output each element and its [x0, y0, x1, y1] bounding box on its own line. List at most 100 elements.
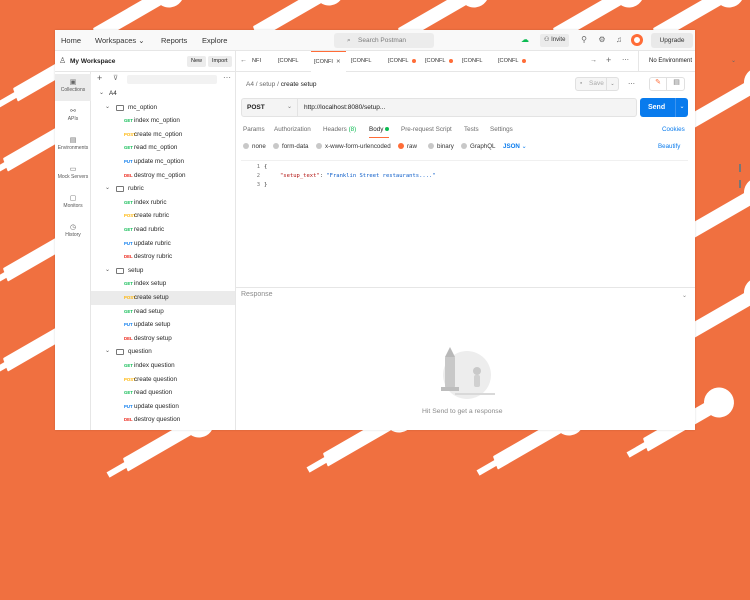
request-row[interactable]: GET index mc_option	[91, 114, 235, 128]
collection-row[interactable]: ⌄ A4	[91, 87, 235, 101]
avatar[interactable]	[631, 34, 643, 46]
arrow-right-icon[interactable]: →	[590, 57, 597, 64]
url-input[interactable]: http://localhost:8080/setup...	[304, 99, 385, 116]
invite-button[interactable]: ⚇ Invite	[540, 34, 570, 47]
nav-reports[interactable]: Reports	[161, 30, 187, 51]
nav-home[interactable]: Home	[61, 30, 81, 51]
editor-scrollbar[interactable]	[739, 180, 741, 188]
satellite-icon[interactable]: ⚲	[579, 35, 589, 45]
request-title[interactable]: create setup	[281, 81, 317, 88]
add-tab-icon[interactable]: +	[606, 55, 611, 65]
workspace-title[interactable]: My Workspace	[70, 51, 115, 72]
request-row[interactable]: POST create setup	[91, 291, 235, 305]
body-option-form-data[interactable]: form-data	[273, 140, 308, 154]
rail-mock-servers[interactable]: ▭ Mock Servers	[55, 161, 91, 188]
rail-collections[interactable]: ▣ Collections	[55, 74, 91, 101]
tab-headers[interactable]: Headers (8)	[323, 121, 356, 138]
chevron-down-icon[interactable]: ⌄	[606, 78, 618, 90]
upgrade-button[interactable]: Upgrade	[651, 33, 693, 48]
request-row[interactable]: GET read rubric	[91, 223, 235, 237]
request-row[interactable]: DEL destroy setup	[91, 332, 235, 346]
rail-apis[interactable]: ⚯ APIs	[55, 103, 91, 130]
folder-row[interactable]: ⌄ setup	[91, 264, 235, 278]
json-value: "Franklin Street restaurants...."	[326, 173, 436, 179]
editor-scrollbar[interactable]	[739, 164, 741, 172]
save-button[interactable]: ▪ Save ⌄	[575, 77, 619, 91]
request-row[interactable]: PUT update rubric	[91, 237, 235, 251]
body-option-none[interactable]: none	[243, 140, 266, 154]
tab-authorization[interactable]: Authorization	[274, 121, 311, 138]
environment-select[interactable]: No Environment ⌄	[638, 51, 744, 72]
new-button[interactable]: New	[187, 56, 207, 67]
nav-explore[interactable]: Explore	[202, 30, 227, 51]
plus-icon[interactable]: +	[97, 73, 102, 83]
request-row[interactable]: DEL destroy question	[91, 413, 235, 427]
close-icon[interactable]: ✕	[336, 59, 341, 65]
request-row[interactable]: GET read mc_option	[91, 141, 235, 155]
tab-settings[interactable]: Settings	[490, 121, 513, 138]
request-tab[interactable]: NFI	[249, 51, 273, 72]
request-tab[interactable]: [CONFL	[422, 51, 457, 72]
request-row[interactable]: PUT update question	[91, 400, 235, 414]
request-tab[interactable]: [CONFL	[348, 51, 383, 72]
request-row[interactable]: PUT update setup	[91, 318, 235, 332]
more-icon[interactable]: ⋯	[223, 73, 231, 82]
chevron-down-icon[interactable]: ⌄	[675, 98, 688, 117]
request-row[interactable]: DEL destroy mc_option	[91, 169, 235, 183]
request-tab[interactable]: [CONFL	[385, 51, 420, 72]
more-options-icon[interactable]: ⋯	[628, 80, 635, 88]
breadcrumb-collection[interactable]: A4	[246, 81, 254, 88]
more-tabs-icon[interactable]: ⋯	[622, 56, 629, 64]
request-row[interactable]: GET index setup	[91, 277, 235, 291]
bell-icon[interactable]: ♫	[614, 35, 624, 45]
import-button[interactable]: Import	[208, 56, 232, 67]
filter-icon[interactable]: ⊽	[113, 74, 118, 82]
documentation-icon[interactable]: ▤	[668, 78, 685, 90]
request-row[interactable]: GET read question	[91, 386, 235, 400]
tab-tests[interactable]: Tests	[464, 121, 479, 138]
settings-icon[interactable]: ⚙	[597, 35, 607, 45]
pane-divider[interactable]	[236, 287, 695, 288]
tab-body[interactable]: Body	[369, 121, 390, 138]
breadcrumb-folder[interactable]: setup	[259, 81, 275, 88]
sync-icon[interactable]: ☁	[520, 35, 530, 45]
request-tab[interactable]: [CONFL	[495, 51, 530, 72]
request-row[interactable]: DEL destroy rubric	[91, 250, 235, 264]
edit-icon[interactable]: ✎	[650, 78, 667, 90]
method-select[interactable]: POST ⌄	[242, 99, 298, 116]
body-editor[interactable]: 1 2 3 { "setup_text": "Franklin Street r…	[241, 160, 741, 285]
collection-tree: + ⊽ ⋯ ⌄ A4 ⌄ mc_option GET index mc_option POS…	[91, 72, 236, 430]
body-option-graphql[interactable]: GraphQL	[461, 140, 495, 154]
rail-monitors[interactable]: ▢ Monitors	[55, 190, 91, 217]
beautify-link[interactable]: Beautify	[658, 140, 680, 154]
folder-row[interactable]: ⌄ rubric	[91, 182, 235, 196]
body-option-urlencoded[interactable]: x-www-form-urlencoded	[316, 140, 391, 154]
request-tab[interactable]: [CONFL	[459, 51, 494, 72]
body-format-select[interactable]: JSON ⌄	[503, 140, 527, 154]
tab-label: [CONFL	[278, 58, 299, 64]
tab-pre-request-script[interactable]: Pre-request Script	[401, 121, 452, 138]
rail-history[interactable]: ◷ History	[55, 219, 91, 246]
tab-params[interactable]: Params	[243, 121, 265, 138]
request-row[interactable]: POST create mc_option	[91, 128, 235, 142]
request-tab[interactable]: [CONFL	[275, 51, 309, 72]
body-option-binary[interactable]: binary	[428, 140, 454, 154]
rail-environments[interactable]: ▤ Environments	[55, 132, 91, 159]
body-option-raw[interactable]: raw	[398, 140, 417, 154]
cookies-link[interactable]: Cookies	[662, 121, 685, 138]
request-row[interactable]: POST create question	[91, 373, 235, 387]
tree-search-input[interactable]	[127, 75, 217, 84]
send-button[interactable]: Send ⌄	[640, 98, 688, 117]
folder-row[interactable]: ⌄ mc_option	[91, 101, 235, 115]
folder-row[interactable]: ⌄ question	[91, 345, 235, 359]
request-row[interactable]: POST create rubric	[91, 209, 235, 223]
request-row[interactable]: GET index question	[91, 359, 235, 373]
search-input[interactable]: ⌕ Search Postman	[334, 33, 434, 48]
arrow-left-icon[interactable]: ←	[240, 57, 247, 64]
request-row[interactable]: GET index rubric	[91, 196, 235, 210]
request-tab[interactable]: [CONFI ✕	[311, 51, 346, 72]
request-row[interactable]: GET read setup	[91, 305, 235, 319]
nav-workspaces[interactable]: Workspaces ⌄	[95, 30, 145, 51]
request-row[interactable]: PUT update mc_option	[91, 155, 235, 169]
chevron-down-icon[interactable]: ⌄	[682, 292, 687, 299]
